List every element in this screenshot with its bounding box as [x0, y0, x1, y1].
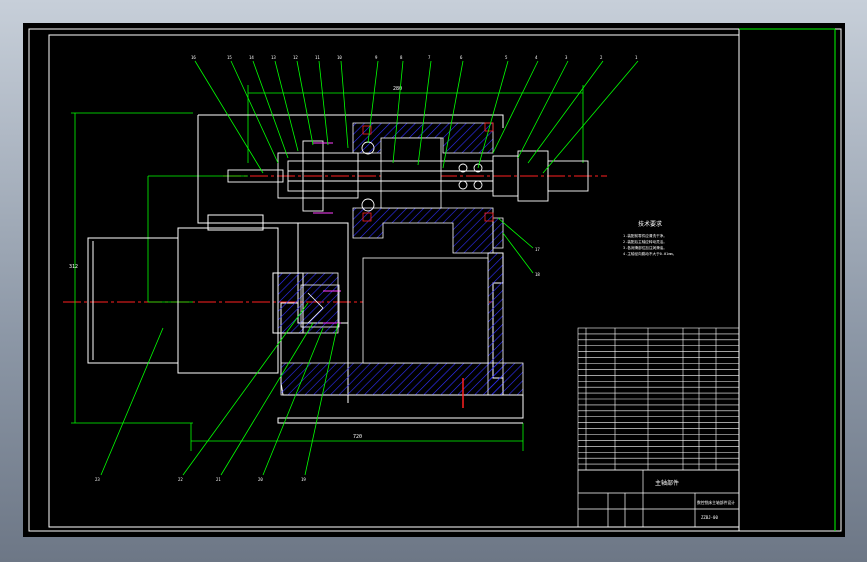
svg-text:17: 17 [535, 247, 540, 252]
svg-text:18: 18 [535, 272, 540, 277]
title-block-name: 主轴部件 [655, 479, 679, 487]
svg-text:16: 16 [191, 55, 196, 60]
dim-bottom: 720 [353, 434, 362, 440]
notes-title: 技术要求 [638, 220, 662, 228]
note-line: 1.装配前零件应清洗干净。 [623, 233, 667, 238]
svg-text:11: 11 [315, 55, 320, 60]
svg-text:22: 22 [178, 477, 183, 482]
note-line: 2.装配后主轴应转动灵活。 [623, 239, 667, 244]
title-block-drawing-no: ZZBJ-00 [701, 515, 718, 520]
svg-text:10: 10 [337, 55, 342, 60]
note-line: 4.主轴径向跳动不大于0.01mm。 [623, 251, 676, 256]
dim-left: 312 [69, 264, 78, 270]
svg-text:13: 13 [271, 55, 276, 60]
svg-text:14: 14 [249, 55, 254, 60]
svg-text:21: 21 [216, 477, 221, 482]
svg-text:23: 23 [95, 477, 100, 482]
svg-text:19: 19 [301, 477, 306, 482]
note-line: 3.各润滑部位加注润滑油。 [623, 245, 667, 250]
svg-text:12: 12 [293, 55, 298, 60]
title-block-subtitle: 数控铣床主轴部件设计 [697, 500, 735, 505]
svg-text:15: 15 [227, 55, 232, 60]
cad-viewport[interactable]: 280 720 312 16 15 14 13 12 11 10 9 8 7 6… [0, 0, 867, 562]
drawing-sheet: 280 720 312 16 15 14 13 12 11 10 9 8 7 6… [23, 23, 845, 537]
svg-text:20: 20 [258, 477, 263, 482]
